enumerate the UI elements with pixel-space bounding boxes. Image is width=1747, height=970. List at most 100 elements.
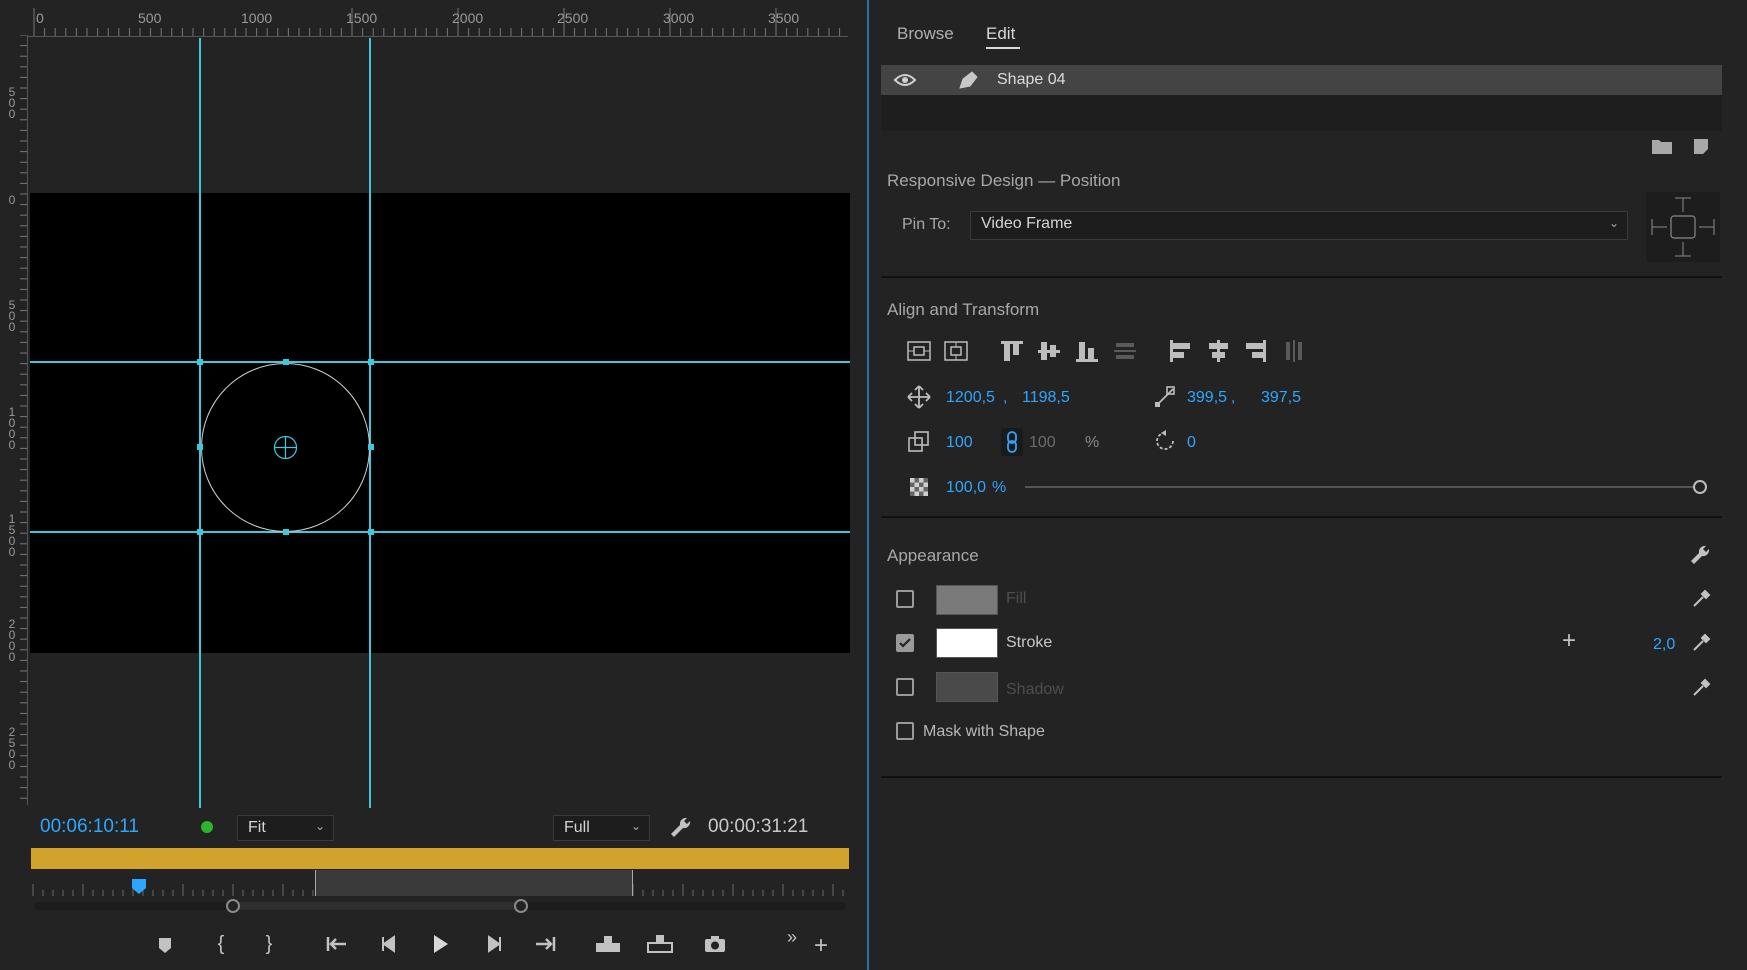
stroke-checkbox[interactable] [896, 634, 914, 652]
transform-handle[interactable] [283, 359, 289, 365]
rotation-value[interactable]: 0 [1187, 434, 1196, 452]
wrench-icon[interactable] [1688, 543, 1712, 567]
tab-browse[interactable]: Browse [897, 24, 954, 44]
distribute-horizontal-icon [1281, 338, 1307, 364]
export-frame-button[interactable] [700, 929, 730, 959]
zoom-scrollbar-thumb[interactable] [232, 902, 522, 910]
playhead-timecode[interactable]: 00:06:10:11 [40, 816, 139, 838]
tab-edit[interactable]: Edit [986, 24, 1015, 44]
ruler-label: 2000 [452, 10, 484, 26]
shadow-color-swatch[interactable] [936, 672, 998, 702]
pin-to-label: Pin To: [902, 216, 951, 233]
link-scale-toggle[interactable] [1001, 428, 1023, 456]
appearance-title: Appearance [887, 546, 979, 565]
go-to-out-button[interactable] [530, 929, 560, 959]
stroke-color-swatch[interactable] [936, 628, 998, 658]
folder-icon[interactable] [1651, 137, 1673, 155]
ruler-label: 500 [138, 10, 162, 26]
comma-separator: , [1003, 389, 1008, 406]
shape-bounding-box[interactable] [200, 362, 371, 533]
size-width-value[interactable]: 399,5 [1187, 389, 1227, 407]
play-button[interactable] [425, 929, 455, 959]
size-height-value[interactable]: 397,5 [1261, 389, 1301, 407]
size-anchor-icon [1152, 384, 1178, 410]
fill-color-swatch[interactable] [936, 585, 998, 615]
section-divider [881, 776, 1722, 778]
guide-horizontal[interactable] [30, 531, 850, 533]
align-top-icon[interactable] [999, 338, 1025, 364]
panel-divider[interactable] [867, 0, 869, 970]
work-area-bar[interactable] [31, 848, 849, 869]
align-left-icon[interactable] [1167, 338, 1193, 364]
mark-out-button[interactable]: } [254, 929, 284, 959]
pin-to-select[interactable]: Video Frame ⌄ [970, 211, 1628, 240]
lift-button[interactable] [593, 929, 623, 959]
zoom-select[interactable]: Fit ⌄ [237, 815, 334, 841]
fill-checkbox[interactable] [896, 590, 914, 608]
transform-handle[interactable] [197, 444, 203, 450]
position-y-value[interactable]: 1198,5 [1022, 389, 1070, 407]
horizontal-ruler[interactable]: 0 500 1000 1500 2000 2500 3000 3500 [28, 8, 848, 37]
scale-value[interactable]: 100 [946, 434, 973, 452]
align-horizontal-center-frame-icon[interactable] [943, 338, 969, 364]
eyedropper-icon[interactable] [1690, 588, 1712, 610]
ruler-label: 1500 [5, 512, 19, 556]
chevron-down-icon: ⌄ [630, 819, 641, 833]
step-back-button[interactable] [374, 929, 404, 959]
in-out-range[interactable] [315, 870, 633, 896]
position-x-value[interactable]: 1200,5 [946, 389, 995, 407]
quality-select[interactable]: Full ⌄ [553, 815, 650, 841]
layer-row[interactable]: Shape 04 [881, 65, 1722, 95]
step-forward-button[interactable] [479, 929, 509, 959]
eyedropper-icon[interactable] [1690, 632, 1712, 654]
opacity-slider-track[interactable] [1025, 486, 1700, 488]
pin-edges-widget[interactable] [1646, 192, 1720, 262]
mark-in-button[interactable]: { [206, 929, 236, 959]
stroke-width-value[interactable]: 2,0 [1653, 636, 1675, 654]
ruler-label: 500 [5, 85, 19, 118]
ruler-label: 1000 [5, 405, 19, 449]
transform-handle[interactable] [197, 359, 203, 365]
stroke-label: Stroke [1006, 634, 1053, 651]
transform-handle[interactable] [368, 529, 374, 535]
playhead[interactable] [131, 878, 147, 894]
shadow-label: Shadow [1006, 681, 1064, 698]
add-button[interactable]: + [806, 931, 836, 961]
ruler-label: 1500 [346, 10, 378, 26]
add-marker-button[interactable] [150, 929, 180, 959]
guide-horizontal[interactable] [30, 361, 850, 363]
add-stroke-button[interactable]: + [1558, 629, 1580, 653]
opacity-slider-thumb[interactable] [1693, 480, 1707, 494]
camera-icon [705, 936, 725, 952]
align-right-icon[interactable] [1243, 338, 1269, 364]
align-bottom-icon[interactable] [1074, 338, 1100, 364]
vertical-ruler[interactable]: 500 0 500 1000 1500 2000 2500 [3, 35, 28, 805]
layer-list-empty-area[interactable] [881, 95, 1722, 131]
transform-handle[interactable] [368, 359, 374, 365]
eye-icon[interactable] [893, 69, 917, 91]
extract-button[interactable] [645, 929, 675, 959]
mask-with-shape-checkbox[interactable] [896, 722, 914, 740]
ruler-label: 2500 [5, 725, 19, 769]
wrench-icon[interactable] [667, 814, 693, 840]
transform-handle[interactable] [197, 529, 203, 535]
go-to-in-button[interactable] [322, 929, 352, 959]
more-controls-button[interactable]: » [777, 922, 807, 952]
opacity-value[interactable]: 100,0 [946, 479, 986, 497]
align-center-icon[interactable] [1205, 338, 1231, 364]
shadow-checkbox[interactable] [896, 678, 914, 696]
video-frame[interactable] [30, 193, 850, 653]
zoom-handle-left[interactable] [226, 899, 240, 913]
eyedropper-icon[interactable] [1690, 677, 1712, 699]
zoom-handle-right[interactable] [514, 899, 528, 913]
section-divider [881, 276, 1722, 278]
mask-with-shape-label: Mask with Shape [923, 723, 1045, 740]
fill-label: Fill [1006, 590, 1027, 607]
new-layer-icon[interactable] [1692, 137, 1710, 155]
align-vertical-center-frame-icon[interactable] [906, 338, 932, 364]
program-monitor: 0 500 1000 1500 2000 2500 3000 3500 500 … [0, 0, 868, 970]
transform-handle[interactable] [283, 529, 289, 535]
align-middle-icon[interactable] [1036, 338, 1062, 364]
transform-handle[interactable] [368, 444, 374, 450]
chevron-down-icon: ⌄ [314, 819, 325, 833]
